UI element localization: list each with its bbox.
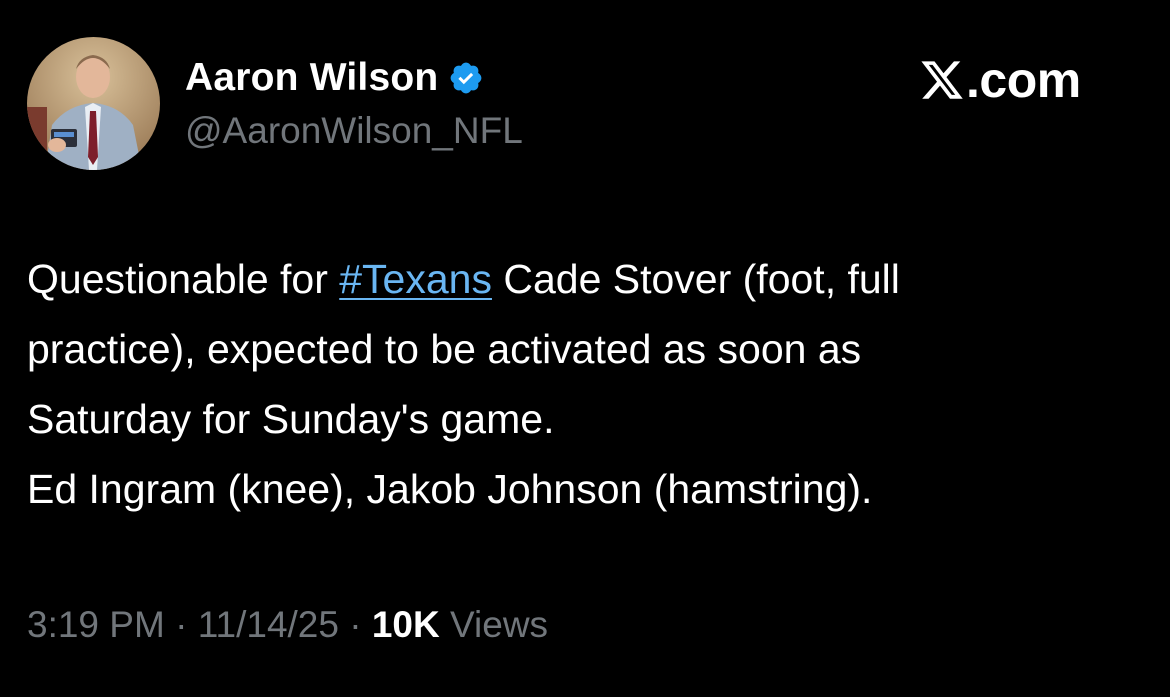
author-name-row: Aaron Wilson bbox=[185, 55, 484, 101]
brand-domain-text: .com bbox=[966, 52, 1081, 108]
tweet-line: Questionable for #Texans Cade Stover (fo… bbox=[27, 244, 1152, 314]
tweet-line: practice), expected to be activated as s… bbox=[27, 326, 862, 372]
avatar-photo bbox=[27, 37, 160, 170]
hashtag-link[interactable]: #Texans bbox=[339, 256, 492, 302]
tweet-text-segment: Cade Stover (foot, full bbox=[491, 256, 900, 302]
tweet-line: Saturday for Sunday's game. bbox=[27, 396, 555, 442]
author-handle[interactable]: @AaronWilson_NFL bbox=[185, 110, 523, 152]
avatar[interactable] bbox=[27, 37, 160, 170]
views-label: Views bbox=[450, 604, 549, 645]
tweet-meta: 3:19 PM · 11/14/25 · 10K Views bbox=[27, 604, 548, 646]
meta-separator: · bbox=[349, 604, 362, 645]
tweet-time[interactable]: 3:19 PM bbox=[27, 604, 165, 645]
brand-watermark: .com bbox=[918, 52, 1081, 108]
author-display-name[interactable]: Aaron Wilson bbox=[185, 56, 438, 100]
meta-separator: · bbox=[175, 604, 188, 645]
tweet-date[interactable]: 11/14/25 bbox=[198, 604, 339, 645]
tweet-text: Questionable for #Texans Cade Stover (fo… bbox=[27, 244, 1152, 524]
tweet-line: Ed Ingram (knee), Jakob Johnson (hamstri… bbox=[27, 466, 873, 512]
x-logo-icon bbox=[921, 61, 963, 99]
verified-badge-icon[interactable] bbox=[448, 60, 484, 96]
tweet-text-segment: Questionable for bbox=[27, 256, 340, 302]
views-count[interactable]: 10K bbox=[372, 604, 440, 645]
